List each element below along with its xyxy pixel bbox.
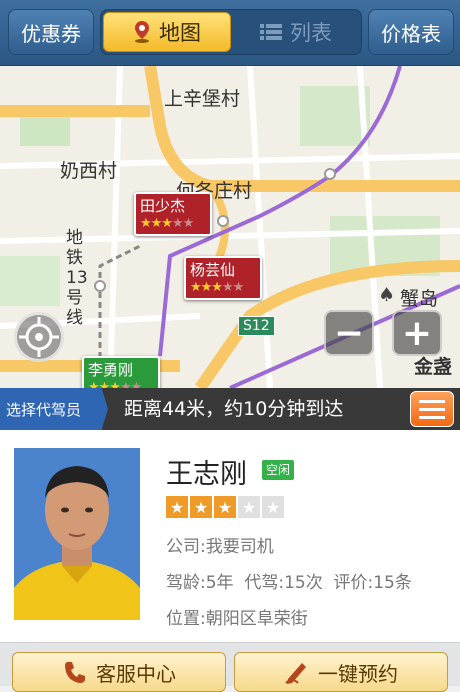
- tab-list[interactable]: 列表: [233, 12, 359, 52]
- driver-pin[interactable]: 李勇刚 ★★★★★: [82, 356, 160, 388]
- avatar: [14, 448, 140, 620]
- tab-map-label: 地图: [159, 21, 201, 45]
- driver-location: 位置:朝阳区阜荣街: [166, 609, 308, 629]
- map-label: 地铁13号线: [66, 228, 88, 328]
- star-icon: ★: [238, 496, 260, 518]
- top-bar: 优惠券 地图 列表 价格表: [0, 0, 460, 66]
- menu-button[interactable]: [410, 391, 454, 427]
- map-view[interactable]: 上辛堡村 奶西村 何各庄村 地铁13号线 蟹岛 S12 金盏 ♠ 田少杰 ★★★…: [0, 66, 460, 388]
- driver-card[interactable]: 王志刚 空闲 ★ ★ ★ ★ ★ 公司:我要司机 驾龄:5年 代驾:15次 评价…: [0, 430, 460, 642]
- zoom-in-button[interactable]: +: [392, 310, 442, 356]
- driver-stats: 驾龄:5年 代驾:15次 评价:15条: [166, 573, 412, 593]
- star-icon: ★: [166, 496, 188, 518]
- map-label: 金盏: [414, 356, 453, 378]
- driver-name: 王志刚: [166, 459, 247, 490]
- price-list-button[interactable]: 价格表: [368, 9, 454, 55]
- driver-photo: [14, 448, 140, 620]
- star-icon: ★: [214, 496, 236, 518]
- map-label: 奶西村: [60, 160, 118, 182]
- status-badge: 空闲: [262, 460, 295, 480]
- tab-list-label: 列表: [290, 21, 332, 45]
- one-click-book-label: 一键预约: [318, 661, 398, 686]
- menu-icon: [419, 399, 445, 403]
- road-shield: S12: [238, 316, 275, 336]
- choose-driver-button[interactable]: 选择代驾员: [0, 388, 108, 430]
- driver-pin-name: 杨芸仙: [190, 261, 236, 279]
- one-click-book-button[interactable]: 一键预约: [234, 652, 448, 692]
- coupon-button[interactable]: 优惠券: [8, 9, 94, 55]
- map-label: 上辛堡村: [164, 88, 241, 110]
- tree-icon: ♠: [378, 284, 396, 306]
- distance-text: 距离44米，约10分钟到达: [124, 398, 344, 420]
- driver-pin-stars: ★★★★★: [140, 216, 194, 231]
- distance-bar: 选择代驾员 距离44米，约10分钟到达: [0, 388, 460, 430]
- map-background: [0, 66, 460, 388]
- map-pin-icon: [135, 21, 149, 43]
- phone-icon: [65, 662, 85, 683]
- driver-company: 公司:我要司机: [166, 537, 274, 557]
- driver-pin-name: 田少杰: [140, 197, 186, 215]
- driver-pin-stars: ★★★★★: [190, 280, 244, 295]
- customer-service-button[interactable]: 客服中心: [12, 652, 226, 692]
- pen-icon: [285, 663, 306, 684]
- map-label: 蟹岛: [400, 288, 439, 310]
- driver-pin[interactable]: 田少杰 ★★★★★: [134, 192, 212, 236]
- tab-map[interactable]: 地图: [103, 12, 231, 52]
- zoom-out-button[interactable]: −: [324, 310, 374, 356]
- driver-rating: ★ ★ ★ ★ ★: [166, 496, 284, 518]
- customer-service-label: 客服中心: [96, 661, 176, 686]
- driver-pin-stars: ★★★★★: [88, 380, 142, 388]
- driver-pin[interactable]: 杨芸仙 ★★★★★: [184, 256, 262, 300]
- star-icon: ★: [190, 496, 212, 518]
- star-icon: ★: [262, 496, 284, 518]
- locate-button[interactable]: [14, 312, 64, 362]
- driver-pin-name: 李勇刚: [88, 361, 134, 379]
- view-toggle: 地图 列表: [100, 9, 362, 55]
- crosshair-icon: [19, 317, 59, 357]
- list-icon: [260, 24, 282, 40]
